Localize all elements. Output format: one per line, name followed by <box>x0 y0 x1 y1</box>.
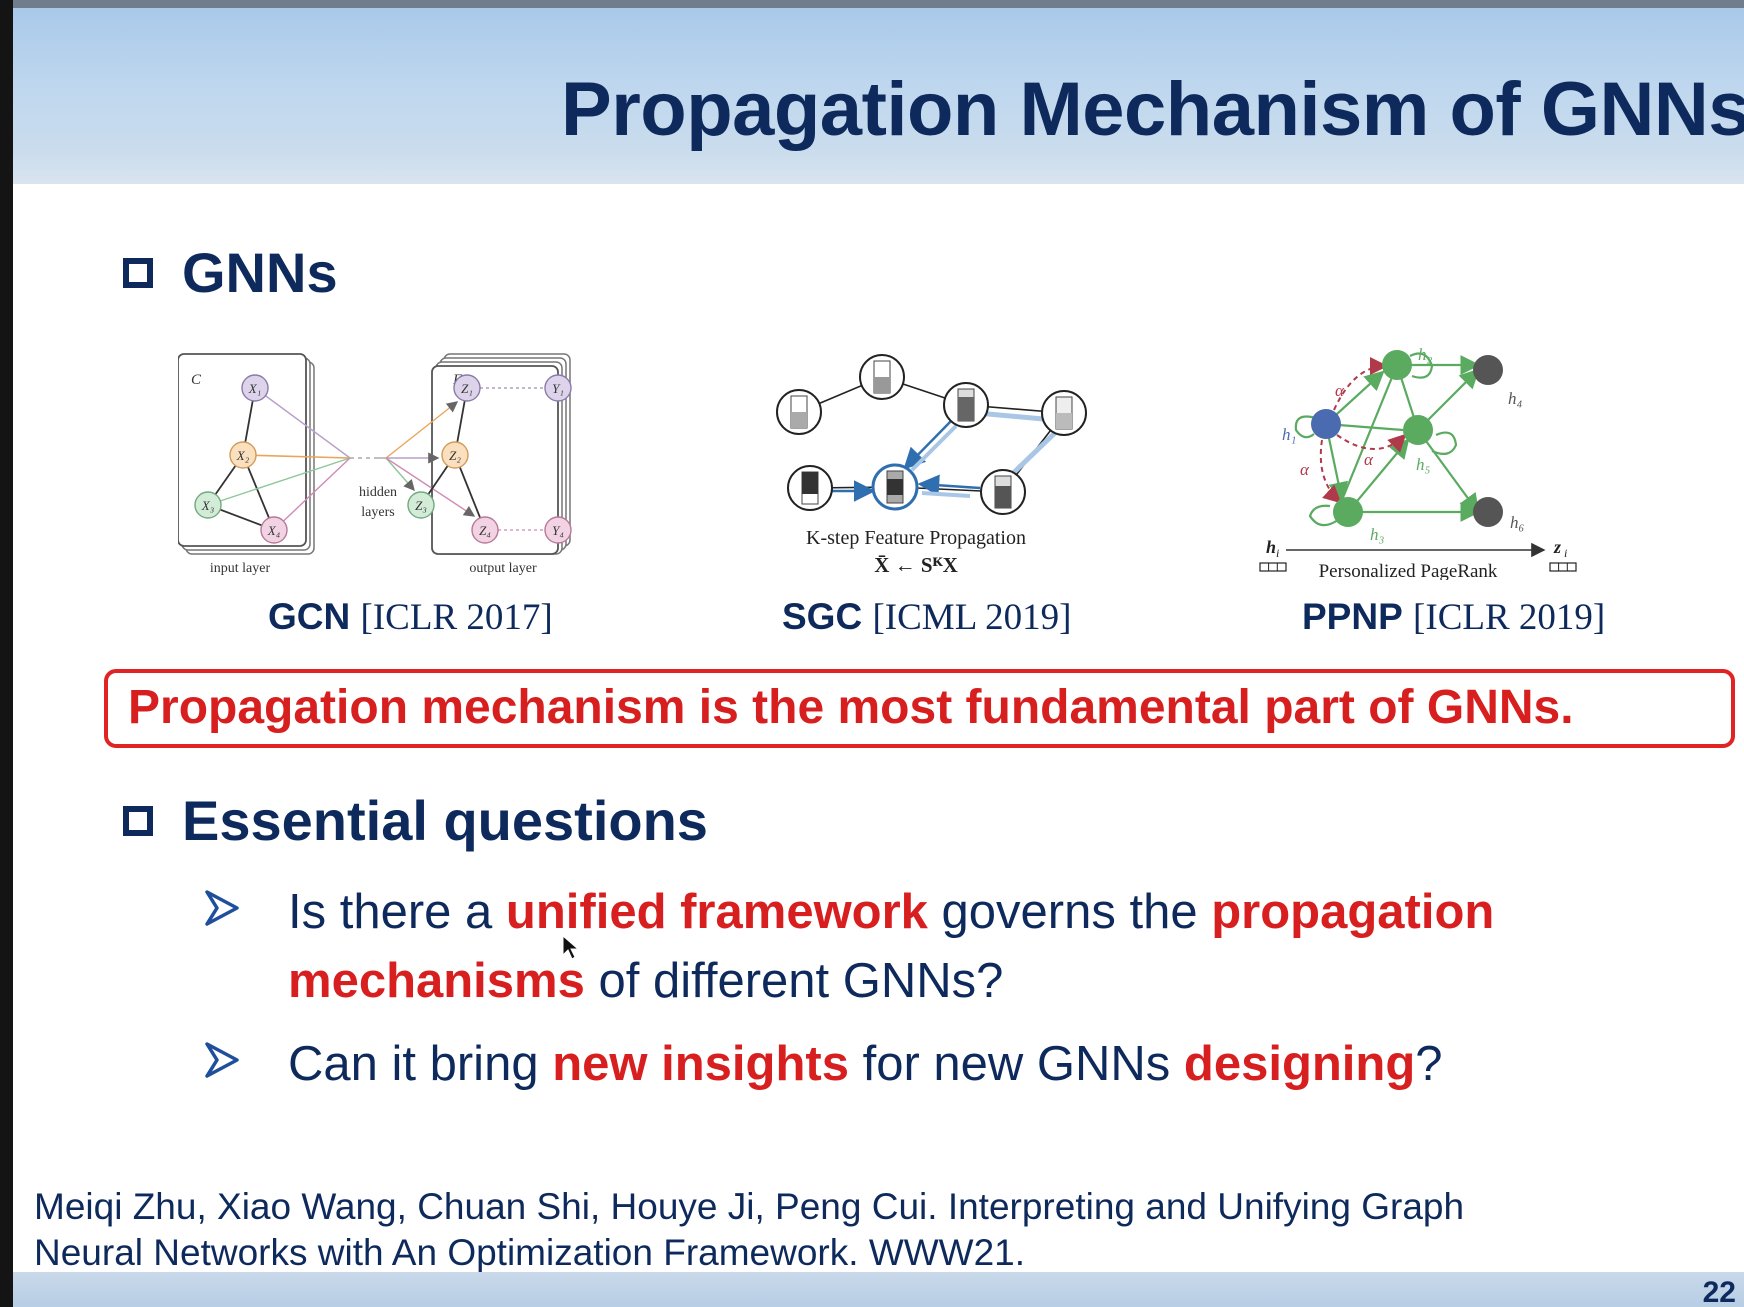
sgc-node <box>859 354 905 400</box>
q2-highlight-designing: designing <box>1183 1037 1416 1091</box>
svg-text:α: α <box>1335 381 1345 400</box>
mouse-cursor-icon <box>562 935 580 960</box>
svg-text:Z₄: Z₄ <box>479 523 491 538</box>
q2-text: Can it bring <box>288 1037 553 1091</box>
footer-band <box>13 1272 1744 1307</box>
slide: Propagation Mechanism of GNNs GNNs C F <box>0 0 1744 1307</box>
q1-text: of different GNNs? <box>584 954 1004 1008</box>
svg-text:X₁: X₁ <box>248 381 261 396</box>
svg-text:h₂: h₂ <box>1418 345 1433 364</box>
output-layer-label: output layer <box>469 561 537 576</box>
svg-text:h₆: h₆ <box>1510 513 1525 532</box>
svg-text:Y₄: Y₄ <box>552 523 564 538</box>
q2-text: for new GNNs <box>848 1037 1184 1091</box>
section-heading-gnns: GNNs <box>123 240 338 305</box>
slide-title: Propagation Mechanism of GNNs <box>561 67 1744 152</box>
svg-text:h₃: h₃ <box>1370 525 1385 544</box>
citation-line-2: Neural Networks with An Optimization Fra… <box>34 1232 1026 1273</box>
svg-text:X₂: X₂ <box>236 448 250 463</box>
svg-text:X₄: X₄ <box>267 523 281 538</box>
callout-text: Propagation mechanism is the most fundam… <box>128 681 1574 734</box>
q2-highlight-new-insights: new insights <box>552 1037 849 1091</box>
sgc-formula: X̄ ← SᴷX <box>874 553 958 577</box>
gcn-diagram: C F X₁ X₂ X₃ <box>178 353 572 576</box>
square-bullet-icon <box>123 805 153 836</box>
square-bullet-icon <box>123 257 153 288</box>
section-heading-text: GNNs <box>182 241 338 304</box>
ppnp-caption: PPNP [ICLR 2019] <box>1302 596 1605 639</box>
ppnp-diagram: h₂ h₄ h₁ h₅ h₆ h₃ α α α h i z i Personal… <box>1259 345 1577 580</box>
gcn-caption-ref: [ICLR 2017] <box>360 597 553 638</box>
sgc-caption: SGC [ICML 2019] <box>782 596 1072 639</box>
hidden-label: hidden <box>359 485 397 500</box>
ppnp-caption-name: PPNP <box>1302 596 1403 637</box>
svg-text:h: h <box>1266 537 1276 557</box>
q1-text: governs the <box>927 885 1212 939</box>
gcn-caption-name: GCN <box>268 596 351 637</box>
svg-text:Z₃: Z₃ <box>415 498 427 513</box>
svg-text:z: z <box>1553 537 1561 557</box>
question-1-line-2: mechanisms of different GNNs? <box>288 953 1003 1009</box>
svg-text:α: α <box>1364 450 1374 469</box>
q2-text: ? <box>1415 1037 1443 1091</box>
ppnp-caption-ref: [ICLR 2019] <box>1413 597 1606 638</box>
arrow-bullet-icon <box>205 890 239 926</box>
svg-text:α: α <box>1300 460 1310 479</box>
layers-label: layers <box>361 505 394 520</box>
question-1-line-1: Is there a unified framework governs the… <box>288 884 1494 940</box>
top-strip <box>0 0 1744 8</box>
q1-highlight-propagation: propagation <box>1211 885 1495 939</box>
svg-text:h₁: h₁ <box>1282 425 1296 444</box>
q1-highlight-unified-framework: unified framework <box>505 885 928 939</box>
q1-highlight-mechanisms: mechanisms <box>288 954 585 1008</box>
svg-text:i: i <box>1276 546 1279 560</box>
input-layer-label: input layer <box>210 561 271 576</box>
sgc-k-step-label: K-step Feature Propagation <box>806 527 1026 549</box>
sgc-caption-name: SGC <box>782 596 863 637</box>
svg-text:h₅: h₅ <box>1416 455 1431 474</box>
callout-box: Propagation mechanism is the most fundam… <box>104 669 1735 748</box>
page-number: 22 <box>1702 1276 1736 1307</box>
ppnp-bottom-label: Personalized PageRank <box>1319 561 1498 580</box>
c-label: C <box>191 372 202 388</box>
left-edge-bar <box>0 0 13 1307</box>
svg-text:X₃: X₃ <box>201 498 214 513</box>
sgc-caption-ref: [ICML 2019] <box>872 597 1072 638</box>
svg-text:Y₁: Y₁ <box>552 381 564 396</box>
title-banner: Propagation Mechanism of GNNs <box>13 8 1744 184</box>
arrow-bullet-icon <box>205 1042 239 1078</box>
q1-text: Is there a <box>288 885 506 939</box>
svg-text:Z₂: Z₂ <box>449 448 461 463</box>
svg-text:h₄: h₄ <box>1508 389 1523 408</box>
section-heading-questions: Essential questions <box>123 788 708 853</box>
citation: Meiqi Zhu, Xiao Wang, Chuan Shi, Houye J… <box>34 1184 1714 1276</box>
question-2: Can it bring new insights for new GNNs d… <box>288 1036 1443 1092</box>
sgc-diagram: K-step Feature Propagation X̄ ← SᴷX <box>776 354 1087 577</box>
citation-line-1: Meiqi Zhu, Xiao Wang, Chuan Shi, Houye J… <box>34 1186 1465 1227</box>
gcn-caption: GCN [ICLR 2017] <box>268 596 553 639</box>
svg-text:Z₁: Z₁ <box>461 381 473 396</box>
section-heading-text: Essential questions <box>182 789 708 852</box>
svg-text:i: i <box>1564 546 1567 560</box>
